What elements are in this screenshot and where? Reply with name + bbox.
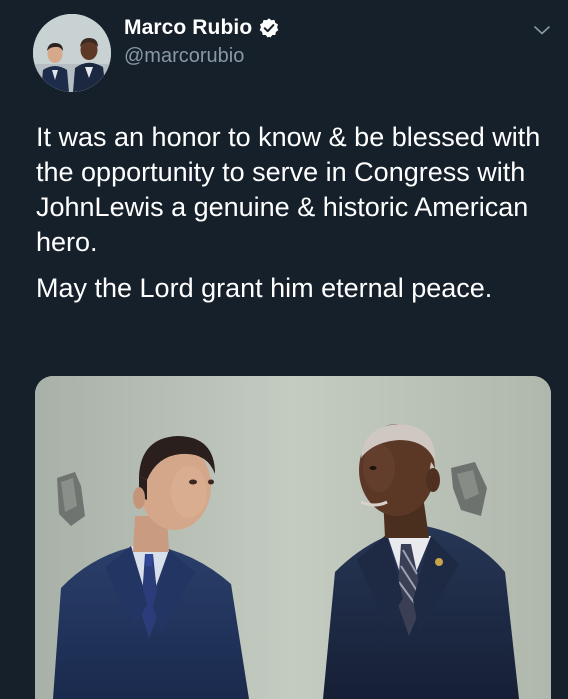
author-handle[interactable]: @marcorubio <box>124 45 244 68</box>
avatar[interactable] <box>33 14 111 92</box>
verified-badge-icon <box>259 18 279 38</box>
avatar-photo <box>33 14 111 92</box>
tweet-paragraph: May the Lord grant him eternal peace. <box>36 273 493 303</box>
tweet-photo[interactable] <box>35 376 551 699</box>
tweet-text: It was an honor to know & be blessed wit… <box>36 120 556 306</box>
chevron-down-icon[interactable] <box>530 18 554 42</box>
display-name[interactable]: Marco Rubio <box>124 16 252 40</box>
tweet-paragraph: It was an honor to know & be blessed wit… <box>36 122 541 257</box>
tweet-card[interactable]: Marco Rubio @marcorubio It was an honor … <box>0 0 568 699</box>
author-name-row[interactable]: Marco Rubio <box>124 16 280 40</box>
photo-two-men <box>35 376 551 699</box>
